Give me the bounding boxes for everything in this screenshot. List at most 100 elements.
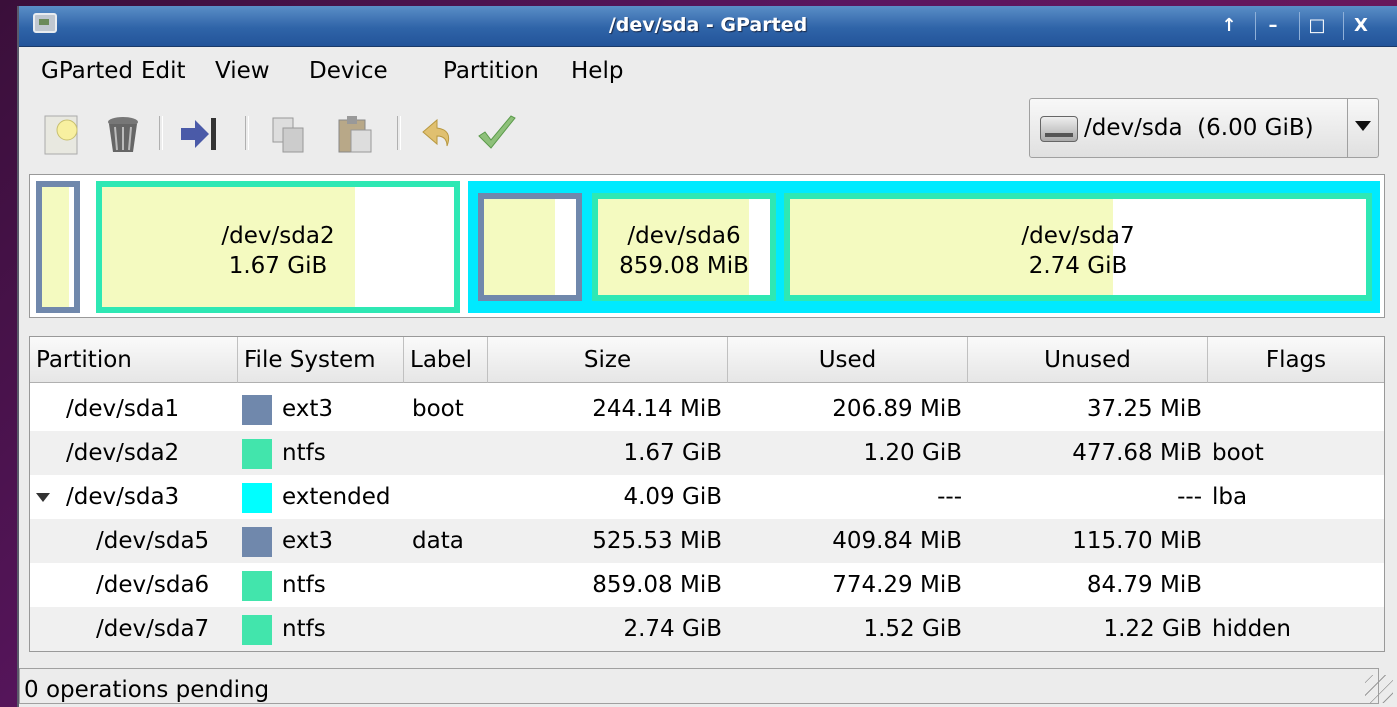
partition-block-sda2[interactable]: /dev/sda2 1.67 GiB — [96, 181, 460, 313]
cell-size: 244.14 MiB — [592, 396, 722, 422]
close-button[interactable]: X — [1343, 12, 1378, 40]
paste-icon[interactable] — [333, 112, 377, 156]
cell-filesystem: extended — [282, 484, 391, 510]
cell-used: 1.20 GiB — [863, 440, 962, 466]
partition-block-sda7[interactable]: /dev/sda7 2.74 GiB — [784, 193, 1372, 301]
cell-unused: 37.25 MiB — [1086, 396, 1202, 422]
table-row[interactable]: /dev/sda3 extended 4.09 GiB --- --- lba — [30, 475, 1384, 519]
cell-flags: boot — [1212, 440, 1264, 466]
column-header-label[interactable]: Label — [404, 337, 488, 383]
partition-table: Partition File System Label Size Used Un… — [29, 336, 1385, 652]
resize-move-icon[interactable] — [177, 112, 221, 156]
dropdown-button[interactable] — [1347, 99, 1378, 157]
cell-size: 1.67 GiB — [623, 440, 722, 466]
column-header-filesystem[interactable]: File System — [238, 337, 404, 383]
fs-color-swatch — [242, 395, 272, 425]
fs-color-swatch — [242, 615, 272, 645]
keep-above-button[interactable]: ↑ — [1212, 12, 1246, 40]
cell-used: 774.29 MiB — [832, 572, 962, 598]
cell-partition: /dev/sda3 — [66, 484, 180, 510]
cell-filesystem: ntfs — [282, 440, 326, 466]
cell-used: 1.52 GiB — [863, 616, 962, 642]
cell-label: data — [412, 528, 464, 554]
device-selector-label: /dev/sda (6.00 GiB) — [1084, 115, 1314, 141]
gparted-window: /dev/sda - GParted ↑ – □ X GParted Edit … — [17, 6, 1397, 707]
column-header-partition[interactable]: Partition — [30, 337, 238, 383]
status-text: 0 operations pending — [24, 677, 270, 703]
cell-filesystem: ext3 — [282, 528, 334, 554]
table-row[interactable]: /dev/sda1 ext3 boot 244.14 MiB 206.89 Mi… — [30, 387, 1384, 431]
menu-gparted[interactable]: GParted — [41, 58, 133, 84]
cell-unused: 1.22 GiB — [1103, 616, 1202, 642]
menu-edit[interactable]: Edit — [141, 58, 186, 84]
cell-partition: /dev/sda6 — [96, 572, 210, 598]
resize-grip-icon[interactable] — [1365, 675, 1393, 703]
new-icon[interactable] — [41, 112, 85, 156]
minimize-button[interactable]: – — [1255, 12, 1290, 40]
expander-arrow-icon[interactable] — [36, 493, 50, 502]
cell-size: 4.09 GiB — [623, 484, 722, 510]
partition-block-sda1[interactable] — [36, 181, 80, 313]
fs-color-swatch — [242, 439, 272, 469]
cell-filesystem: ntfs — [282, 616, 326, 642]
partition-block-size: 2.74 GiB — [1028, 253, 1128, 279]
partition-block-sda6[interactable]: /dev/sda6 859.08 MiB — [592, 193, 776, 301]
partition-block-sda3[interactable]: /dev/sda6 859.08 MiB /dev/sda7 2.74 GiB — [468, 181, 1380, 313]
cell-size: 2.74 GiB — [623, 616, 722, 642]
cell-filesystem: ntfs — [282, 572, 326, 598]
cell-unused: --- — [1177, 484, 1202, 510]
cell-unused: 84.79 MiB — [1086, 572, 1202, 598]
table-row[interactable]: /dev/sda5 ext3 data 525.53 MiB 409.84 Mi… — [30, 519, 1384, 563]
copy-icon[interactable] — [267, 112, 311, 156]
partition-block-name: /dev/sda2 — [221, 223, 335, 249]
device-selector[interactable]: /dev/sda (6.00 GiB) — [1029, 98, 1379, 158]
partition-block-name: /dev/sda6 — [627, 223, 741, 249]
status-bar: 0 operations pending — [19, 664, 1397, 707]
partition-block-size: 859.08 MiB — [619, 253, 749, 279]
cell-size: 859.08 MiB — [592, 572, 722, 598]
partition-block-sda5[interactable] — [478, 193, 582, 301]
toolbar: /dev/sda (6.00 GiB) — [19, 94, 1397, 170]
status-frame: 0 operations pending — [19, 668, 1379, 704]
cell-flags: lba — [1212, 484, 1248, 510]
fs-color-swatch — [242, 483, 272, 513]
cell-partition: /dev/sda5 — [96, 528, 210, 554]
column-header-size[interactable]: Size — [488, 337, 728, 383]
cell-label: boot — [412, 396, 464, 422]
menu-device[interactable]: Device — [309, 58, 388, 84]
column-header-used[interactable]: Used — [728, 337, 968, 383]
cell-partition: /dev/sda7 — [96, 616, 210, 642]
delete-icon[interactable] — [101, 112, 145, 156]
hard-disk-icon — [1040, 116, 1078, 142]
undo-icon[interactable] — [417, 112, 461, 156]
cell-unused: 115.70 MiB — [1072, 528, 1202, 554]
cell-used: --- — [937, 484, 962, 510]
chevron-down-icon — [1355, 121, 1371, 131]
menu-view[interactable]: View — [215, 58, 270, 84]
toolbar-separator — [397, 116, 401, 150]
apply-icon[interactable] — [475, 112, 519, 156]
table-row[interactable]: /dev/sda7 ntfs 2.74 GiB 1.52 GiB 1.22 Gi… — [30, 607, 1384, 651]
fs-color-swatch — [242, 527, 272, 557]
column-header-flags[interactable]: Flags — [1208, 337, 1384, 383]
cell-partition: /dev/sda1 — [66, 396, 180, 422]
partition-block-name: /dev/sda7 — [1021, 223, 1135, 249]
menu-bar: GParted Edit View Device Partition Help — [19, 48, 1397, 88]
cell-partition: /dev/sda2 — [66, 440, 180, 466]
table-row[interactable]: /dev/sda6 ntfs 859.08 MiB 774.29 MiB 84.… — [30, 563, 1384, 607]
cell-used: 206.89 MiB — [832, 396, 962, 422]
column-header-unused[interactable]: Unused — [968, 337, 1208, 383]
menu-help[interactable]: Help — [571, 58, 623, 84]
menu-partition[interactable]: Partition — [443, 58, 539, 84]
fs-color-swatch — [242, 571, 272, 601]
cell-filesystem: ext3 — [282, 396, 334, 422]
maximize-button[interactable]: □ — [1299, 12, 1334, 40]
cell-unused: 477.68 MiB — [1072, 440, 1202, 466]
toolbar-separator — [245, 116, 249, 150]
cell-used: 409.84 MiB — [832, 528, 962, 554]
partition-map: /dev/sda2 1.67 GiB /dev/sda6 859.08 MiB … — [29, 174, 1385, 318]
table-row[interactable]: /dev/sda2 ntfs 1.67 GiB 1.20 GiB 477.68 … — [30, 431, 1384, 475]
title-bar[interactable]: /dev/sda - GParted ↑ – □ X — [19, 6, 1397, 47]
cell-size: 525.53 MiB — [592, 528, 722, 554]
cell-flags: hidden — [1212, 616, 1291, 642]
